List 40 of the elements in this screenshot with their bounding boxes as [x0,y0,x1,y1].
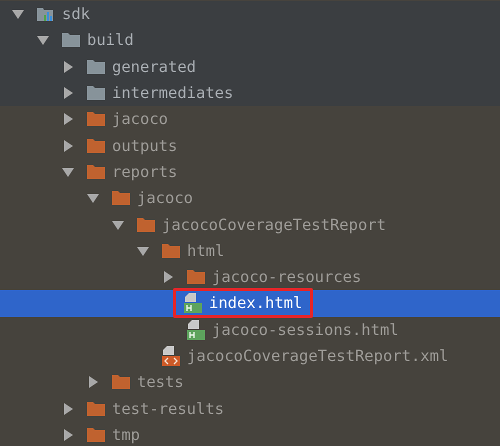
collapsed-arrow-icon[interactable] [62,140,74,152]
item-label: tmp [112,426,140,444]
item-label: generated [112,58,196,76]
item-label: jacoco [112,110,168,128]
expanded-arrow-icon[interactable] [62,166,74,178]
item-label: test-results [112,400,224,418]
item-label: build [87,31,134,50]
tree-row[interactable]: intermediates [0,80,500,106]
item-label: tests [137,373,184,392]
tree-row[interactable]: build [0,27,500,54]
collapsed-arrow-icon[interactable] [62,402,74,415]
expanded-arrow-icon[interactable] [112,218,124,231]
item-label: index.html [209,294,302,312]
collapsed-arrow-icon[interactable] [62,87,74,100]
item-label: reports [112,162,178,181]
module-icon [37,5,55,24]
html-file-icon [187,320,205,340]
item-label: jacoco [137,189,193,208]
item-label: sdk [62,5,90,24]
item-label: jacocoCoverageTestReport [162,216,386,234]
expanded-arrow-icon[interactable] [12,8,24,20]
expanded-arrow-icon[interactable] [37,34,49,46]
xml-file-icon [162,346,180,366]
tree-row[interactable]: index.html [0,290,500,317]
item-label: jacoco-sessions.html [212,320,399,339]
item-label: jacocoCoverageTestReport.xml [187,347,448,366]
tree-row[interactable]: sdk [0,1,500,28]
collapsed-arrow-icon[interactable] [62,60,74,73]
item-label: outputs [112,136,178,155]
collapsed-arrow-icon[interactable] [87,376,99,388]
item-label: jacoco-resources [212,268,362,286]
item-label: intermediates [112,84,234,102]
expanded-arrow-icon[interactable] [87,192,99,204]
collapsed-arrow-icon[interactable] [62,428,74,441]
tree-row[interactable]: generated [0,54,500,80]
collapsed-arrow-icon[interactable] [62,113,74,126]
html-file-icon [184,293,202,314]
item-label: html [187,242,224,260]
expanded-arrow-icon[interactable] [137,244,149,257]
collapsed-arrow-icon[interactable] [162,271,174,284]
